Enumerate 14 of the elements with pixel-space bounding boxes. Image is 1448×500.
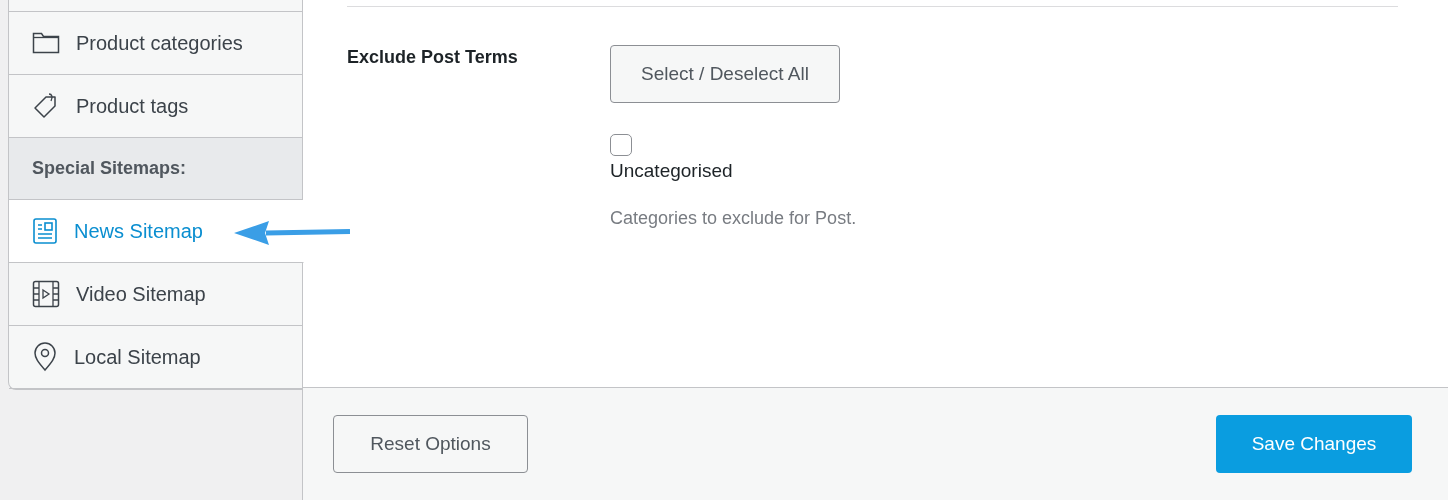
help-text: Categories to exclude for Post. (610, 208, 857, 229)
film-icon (32, 280, 60, 308)
setting-label: Exclude Post Terms (347, 46, 519, 69)
reset-button[interactable]: Reset Options (333, 415, 528, 473)
sidebar-item[interactable] (9, 0, 303, 12)
checkbox[interactable] (610, 134, 632, 156)
select-all-button[interactable]: Select / Deselect All (610, 45, 840, 103)
location-pin-icon (32, 342, 58, 372)
checkbox-label: Uncategorised (610, 160, 733, 182)
sidebar-item[interactable]: Video Sitemap (9, 263, 303, 326)
folder-icon (32, 31, 60, 55)
sidebar-heading: Special Sitemaps: (9, 138, 303, 200)
newspaper-icon (32, 217, 58, 245)
sidebar-item[interactable]: News Sitemap (9, 200, 304, 263)
